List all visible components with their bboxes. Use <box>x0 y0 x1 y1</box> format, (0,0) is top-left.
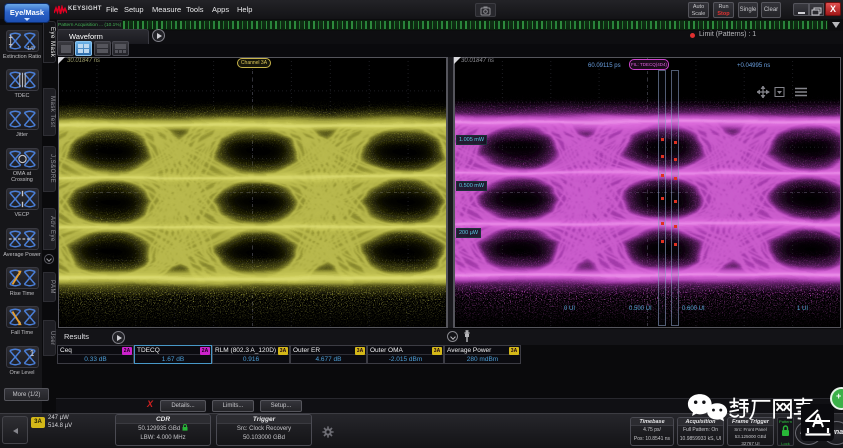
svg-text:1/0: 1/0 <box>27 46 35 51</box>
svg-text:1: 1 <box>30 349 35 358</box>
